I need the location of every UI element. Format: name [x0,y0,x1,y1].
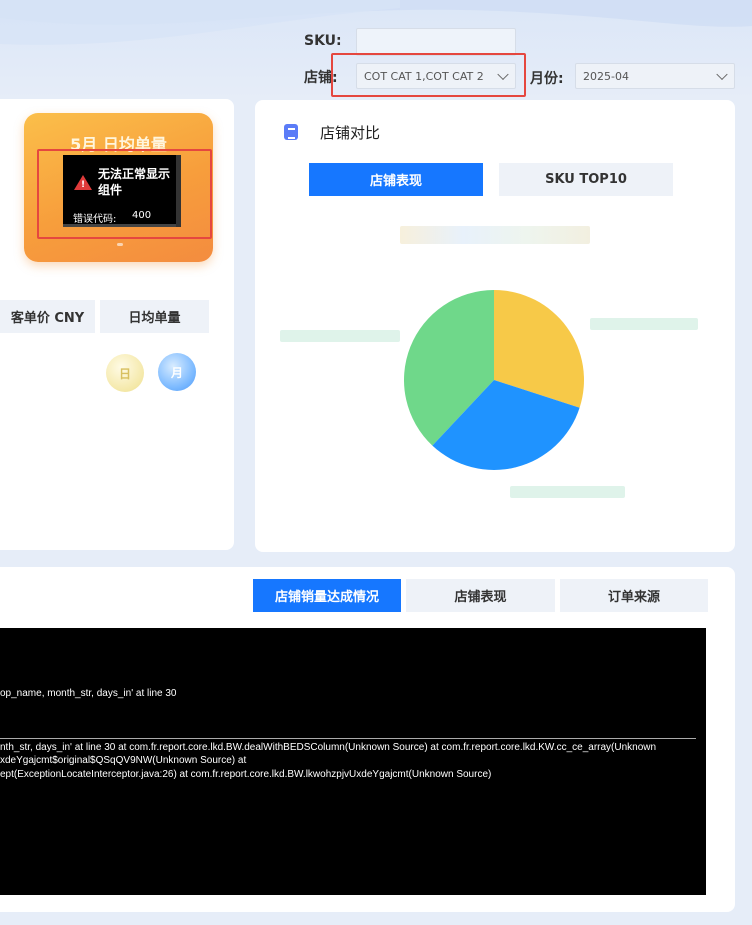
highlight-frame-error [37,149,212,239]
console-divider [0,738,696,739]
console-line: ept(ExceptionLocateInterceptor.java:26) … [0,769,492,780]
error-console: op_name, month_str, days_in' at line 30 … [0,628,706,895]
tab-store-performance-bottom[interactable]: 店铺表现 [406,579,555,612]
store-compare-title: 店铺对比 [320,124,381,142]
tab-store-sales-achievement[interactable]: 店铺销量达成情况 [253,579,401,612]
day-badge-label: 日 [118,366,131,381]
pie-label-right-blurred [590,318,698,330]
chart-legend-blurred [400,226,590,244]
month-select[interactable]: 2025-04 [575,63,735,89]
console-line: xdeYgajcmt$original$QSqQV9NW(Unknown Sou… [0,755,247,766]
month-badge-icon[interactable]: 月 [158,353,196,391]
tab-avg-price[interactable]: 客单价 CNY [0,300,95,333]
chevron-down-icon [716,68,728,81]
sku-input[interactable] [356,28,516,56]
sku-label: SKU: [304,33,342,49]
tab-order-source[interactable]: 订单来源 [560,579,708,612]
tab-sku-top10[interactable]: SKU TOP10 [499,163,673,196]
month-label: 月份: [530,71,564,87]
console-line: nth_str, days_in' at line 30 at com.fr.r… [0,742,657,753]
document-icon [284,124,298,140]
month-badge-label: 月 [170,365,183,380]
month-select-value: 2025-04 [583,69,629,83]
pie-label-left-blurred [280,330,400,342]
pie-label-bottom-blurred [510,486,625,498]
tab-store-performance[interactable]: 店铺表现 [309,163,483,196]
carousel-dot[interactable] [117,243,123,246]
highlight-frame-store [331,53,526,97]
day-badge-icon[interactable]: 日 [106,354,144,392]
console-line: op_name, month_str, days_in' at line 30 [0,688,177,699]
tab-daily-orders[interactable]: 日均单量 [100,300,209,333]
